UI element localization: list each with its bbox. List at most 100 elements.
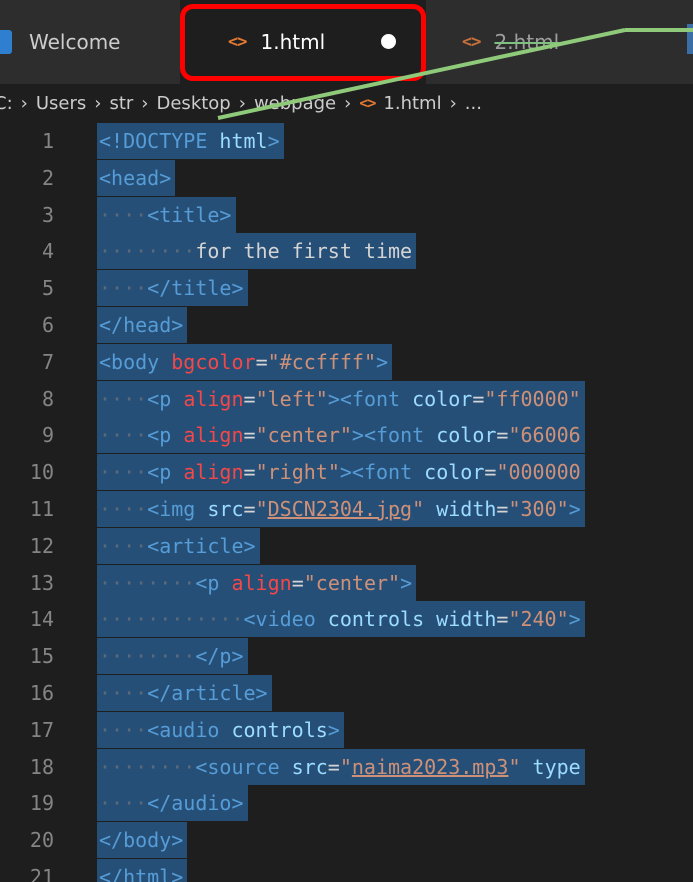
breadcrumb-more[interactable]: ...: [465, 93, 482, 114]
breadcrumb-webpage[interactable]: webpage: [254, 93, 336, 114]
code-text: </head>: [99, 307, 183, 343]
whitespace-dots: ····: [99, 460, 148, 485]
line-number: 7: [41, 349, 54, 374]
code-line[interactable]: 19 ····</audio>: [0, 785, 693, 822]
code-text: <!DOCTYPE html>: [99, 123, 280, 159]
line-number: 21: [29, 865, 54, 882]
code-line[interactable]: 21 </html>: [0, 859, 693, 882]
code-token: "300": [508, 497, 569, 521]
code-line[interactable]: 13 ········<p align="center">: [0, 564, 693, 601]
code-token: =: [243, 497, 256, 521]
code-line[interactable]: 9 ····<p align="center"><font color="6600…: [0, 417, 693, 454]
code-token: =: [496, 607, 509, 632]
code-token: "left": [255, 386, 328, 411]
line-number: 3: [41, 202, 54, 227]
code-line[interactable]: 15 ········</p>: [0, 638, 693, 675]
line-number: 1: [41, 129, 54, 153]
code-text: ····<title>: [99, 197, 231, 233]
code-text: ····<img src="DSCN2304.jpg" width="300">: [99, 491, 581, 527]
chevron-right-icon: ›: [94, 92, 102, 114]
code-text: ········</p>: [99, 638, 244, 674]
tab-2-html-label: 2.html: [494, 30, 560, 54]
chevron-right-icon: ›: [344, 92, 352, 114]
code-token: controls: [231, 717, 328, 742]
line-number: 15: [29, 644, 54, 669]
code-token: ": [255, 497, 268, 521]
code-line[interactable]: 6 </head>: [0, 307, 693, 343]
code-token: "ff0000": [484, 386, 581, 411]
code-token: <title>: [147, 202, 232, 227]
code-token: </article>: [147, 681, 268, 705]
chevron-right-icon: ›: [449, 92, 457, 114]
code-line[interactable]: 2 <head>: [0, 159, 693, 196]
tab-welcome[interactable]: Welcome: [0, 0, 180, 84]
unsaved-dot-icon[interactable]: [381, 34, 396, 49]
code-token: ><font: [351, 423, 425, 448]
code-token: =: [496, 497, 509, 521]
code-editor[interactable]: 1 <!DOCTYPE html> 2 <head> 3 ····<title> 4 ····…: [0, 122, 693, 882]
code-token: <img: [147, 497, 196, 521]
tab-1-html[interactable]: <> 1.html: [180, 0, 426, 84]
code-line[interactable]: 8 ····<p align="left"><font color="ff0000…: [0, 380, 693, 417]
code-line[interactable]: 16 ····</article>: [0, 675, 693, 711]
code-token: src: [291, 754, 328, 779]
code-line[interactable]: 1 <!DOCTYPE html>: [0, 123, 693, 159]
code-line[interactable]: 4 ········for the first time: [0, 233, 693, 270]
code-line[interactable]: 7 <body bgcolor="#ccffff">: [0, 343, 693, 380]
code-token: =: [243, 460, 256, 485]
tab-2-html[interactable]: <> 2.html: [426, 0, 693, 84]
breadcrumb-str[interactable]: str: [109, 93, 133, 114]
code-token: "66006: [508, 423, 581, 448]
code-token: bgcolor: [171, 349, 256, 374]
breadcrumb-drive[interactable]: C:: [0, 93, 13, 114]
code-token: "right": [255, 460, 340, 485]
code-line[interactable]: 5 ····</title>: [0, 270, 693, 307]
whitespace-dots: ····: [99, 533, 148, 558]
html-file-icon: <>: [228, 32, 248, 52]
code-line[interactable]: 10 ····<p align="right"><font color="0000…: [0, 454, 693, 491]
code-line[interactable]: 11 ····<img src="DSCN2304.jpg" width="300…: [0, 491, 693, 527]
breadcrumb-file[interactable]: 1.html: [383, 93, 441, 114]
code-token: ": [339, 754, 352, 779]
code-token: width: [436, 497, 497, 521]
breadcrumb-desktop[interactable]: Desktop: [157, 93, 231, 114]
code-text: ····<article>: [99, 528, 256, 564]
html-file-icon: <>: [462, 32, 482, 52]
code-line[interactable]: 18 ········<source src="naima2023.mp3" ty…: [0, 748, 693, 785]
code-line[interactable]: 20 </body>: [0, 822, 693, 859]
code-token: <p: [147, 423, 172, 448]
breadcrumb-users[interactable]: Users: [36, 93, 86, 114]
line-number: 12: [29, 533, 54, 558]
code-line[interactable]: 3 ····<title>: [0, 196, 693, 233]
tab-edge-marker: [687, 24, 693, 54]
line-number: 4: [41, 239, 54, 264]
line-number: 9: [41, 423, 54, 448]
line-number: 18: [29, 754, 54, 779]
code-token: align: [183, 460, 244, 485]
code-token: <source: [195, 754, 280, 779]
tab-welcome-label: Welcome: [29, 30, 121, 54]
code-token: color: [424, 460, 485, 485]
code-token: <video: [243, 607, 316, 632]
code-line[interactable]: 14 ············<video controls width="240…: [0, 601, 693, 638]
code-line[interactable]: 17 ····<audio controls>: [0, 711, 693, 748]
whitespace-dots: ········: [99, 754, 196, 779]
code-token: =: [484, 460, 497, 485]
whitespace-dots: ········: [99, 644, 196, 669]
code-text: ········<p align="center">: [99, 565, 412, 601]
code-line[interactable]: 12 ····<article>: [0, 527, 693, 564]
code-token: </audio>: [147, 791, 244, 816]
code-token: naima2023.mp3: [351, 754, 509, 779]
code-token: align: [183, 386, 244, 411]
